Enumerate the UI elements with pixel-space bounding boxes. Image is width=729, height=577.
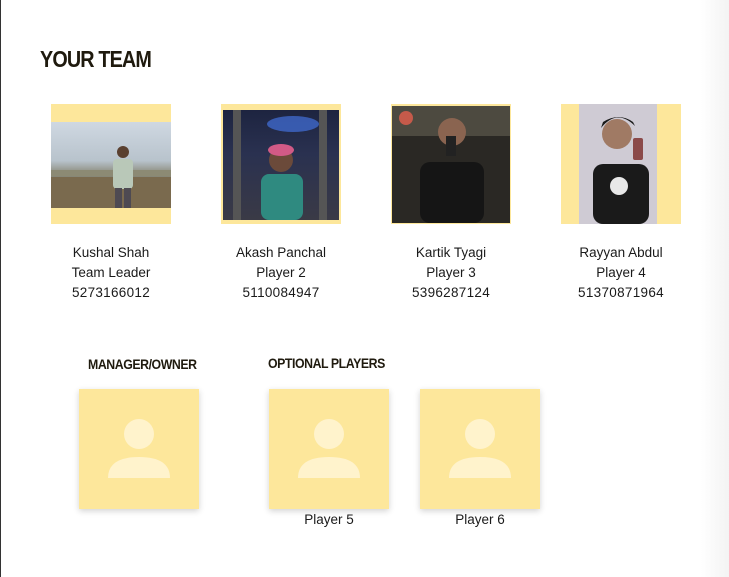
player-name: Akash Panchal (235, 245, 327, 260)
optional-player-slot-5[interactable] (269, 389, 389, 509)
player-role: Team Leader (71, 265, 151, 280)
player-role: Player 3 (426, 265, 476, 280)
optional-player-label: Player 6 (455, 512, 505, 527)
optional-players-title: OPTIONAL PLAYERS (268, 355, 385, 371)
scroll-edge (701, 0, 729, 577)
player-phone: 5273166012 (71, 285, 151, 300)
optional-player-slot-6[interactable] (420, 389, 540, 509)
player-photo (579, 104, 657, 224)
player-photo (51, 122, 171, 208)
frame-border (0, 0, 1, 577)
user-placeholder-icon (108, 419, 170, 478)
manager-slot[interactable] (79, 389, 199, 509)
player-role: Player 2 (256, 265, 306, 280)
player-name: Kartik Tyagi (415, 245, 487, 260)
manager-title: MANAGER/OWNER (88, 356, 197, 372)
player-card-3: Kartik Tyagi Player 3 5396287124 (371, 104, 531, 303)
player-card-2: Akash Panchal Player 2 5110084947 (201, 104, 361, 303)
person-figure (233, 110, 327, 220)
player-photo-frame (561, 104, 681, 224)
player-phone: 5396287124 (411, 285, 491, 300)
section-title: YOUR TEAM (40, 46, 152, 72)
user-placeholder-icon (298, 419, 360, 478)
player-phone: 51370871964 (578, 285, 664, 300)
player-photo-frame (391, 104, 511, 224)
player-photo-frame (221, 104, 341, 224)
player-photo (392, 106, 510, 223)
player-photo-frame (51, 104, 171, 224)
player-role: Player 4 (596, 265, 646, 280)
person-figure (392, 106, 510, 223)
person-figure (593, 117, 649, 224)
optional-player-label: Player 5 (304, 512, 354, 527)
player-photo (223, 110, 339, 220)
user-placeholder-icon (449, 419, 511, 478)
player-name: Rayyan Abdul (579, 245, 663, 260)
player-card-1: Kushal Shah Team Leader 5273166012 (31, 104, 191, 303)
player-card-4: Rayyan Abdul Player 4 51370871964 (541, 104, 701, 303)
player-name: Kushal Shah (72, 245, 150, 260)
person-figure (51, 146, 171, 208)
player-phone: 5110084947 (242, 285, 320, 300)
